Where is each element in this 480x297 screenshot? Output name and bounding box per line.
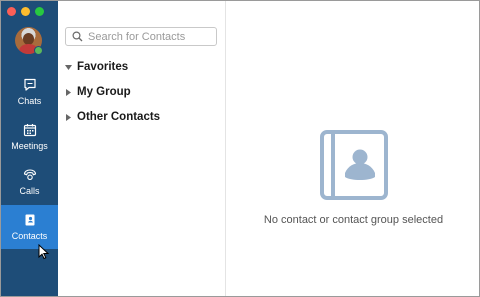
- nav-chats-label: Chats: [17, 96, 42, 106]
- group-other-contacts[interactable]: Other Contacts: [65, 109, 160, 125]
- nav-meetings[interactable]: Meetings: [1, 115, 58, 159]
- calendar-icon: [23, 124, 36, 137]
- group-other-contacts-label: Other Contacts: [77, 111, 161, 123]
- collapsed-triangle-icon[interactable]: [65, 88, 77, 96]
- search-box[interactable]: [65, 27, 217, 46]
- search-input[interactable]: [88, 30, 213, 43]
- group-my-group[interactable]: My Group: [65, 84, 131, 100]
- expanded-triangle-icon[interactable]: [65, 64, 77, 71]
- close-window-button[interactable]: [7, 7, 16, 16]
- group-favorites[interactable]: Favorites: [65, 59, 128, 75]
- window-controls: [7, 7, 44, 16]
- contacts-list-panel: Favorites My Group Other Contacts: [58, 1, 226, 296]
- nav-chats[interactable]: Chats: [1, 70, 58, 114]
- chat-icon: [23, 78, 36, 91]
- phone-icon: [23, 169, 36, 181]
- group-my-group-label: My Group: [77, 86, 131, 98]
- nav-contacts[interactable]: Contacts: [1, 205, 58, 249]
- nav-calls[interactable]: Calls: [1, 160, 58, 204]
- collapsed-triangle-icon[interactable]: [65, 113, 77, 121]
- contact-card-icon: [25, 214, 34, 226]
- group-favorites-label: Favorites: [77, 61, 129, 73]
- nav-calls-label: Calls: [19, 186, 40, 196]
- nav-meetings-label: Meetings: [11, 141, 48, 151]
- presence-indicator: [34, 46, 43, 55]
- empty-state-message: No contact or contact group selected: [263, 214, 444, 226]
- contact-detail-area: No contact or contact group selected: [226, 1, 479, 296]
- minimize-window-button[interactable]: [21, 7, 30, 16]
- zoom-window-button[interactable]: [35, 7, 44, 16]
- app-window: Chats Meetings Calls Contacts Search for…: [0, 0, 480, 297]
- contact-book-icon: [320, 130, 388, 200]
- navigation-rail: Chats Meetings Calls Contacts: [1, 1, 58, 296]
- user-avatar[interactable]: [15, 27, 43, 55]
- mouse-pointer-icon: [38, 244, 50, 260]
- nav-contacts-label: Contacts: [11, 231, 48, 241]
- search-icon: [72, 31, 83, 42]
